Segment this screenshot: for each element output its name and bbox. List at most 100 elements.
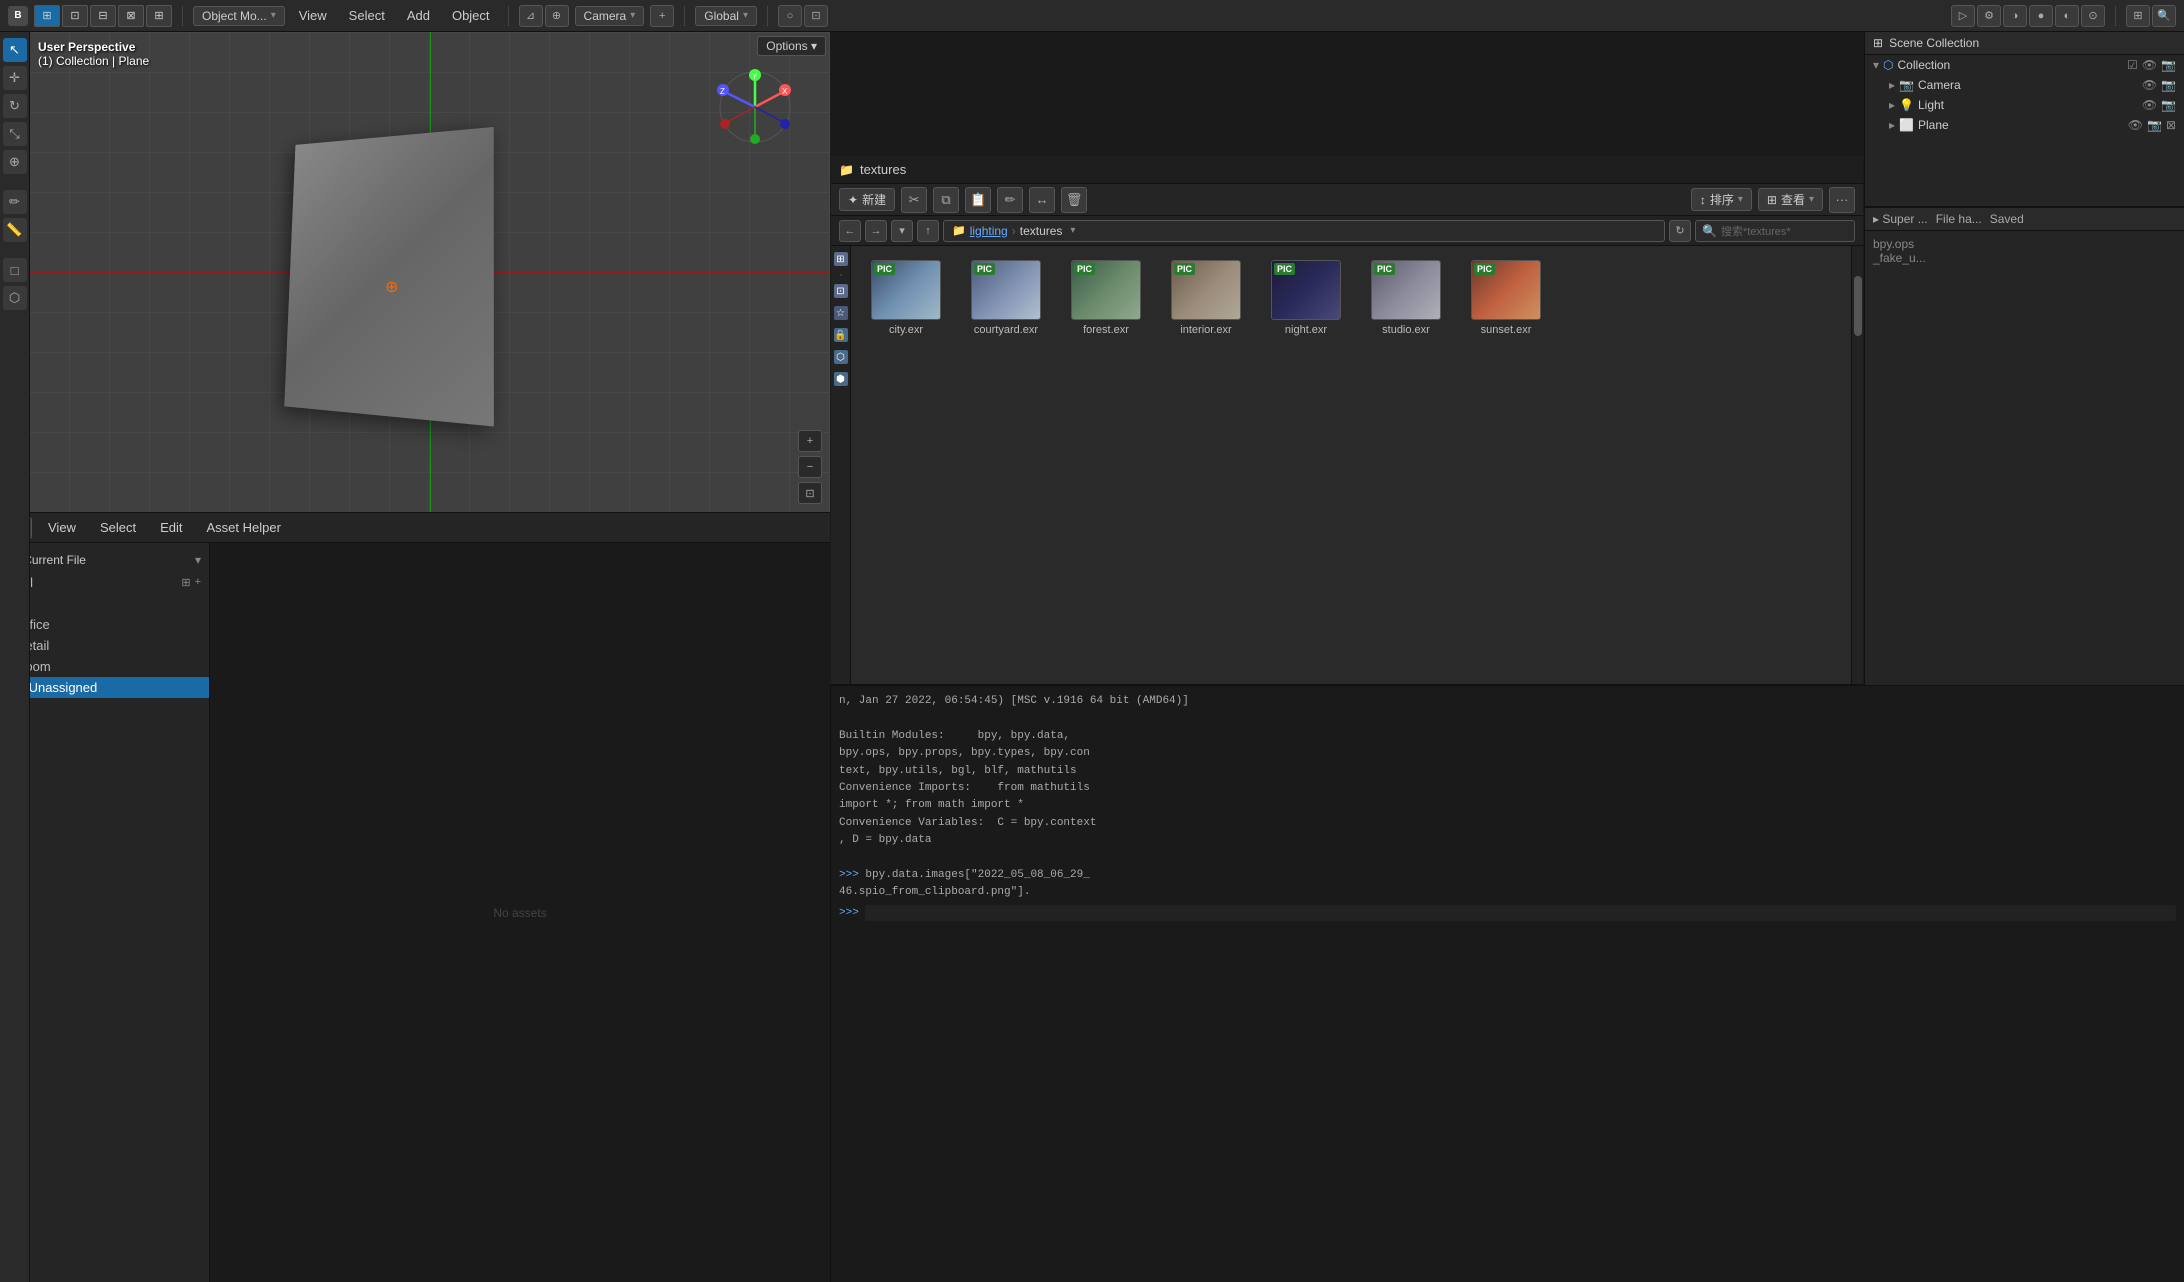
asset-edit-btn[interactable]: Edit [152,518,190,537]
search-icon[interactable]: 🔍 [2152,5,2176,27]
asset-tree-all[interactable]: ▾ All ⊞ + [0,571,209,593]
view-menu[interactable]: View [291,6,335,25]
add-cube-btn[interactable]: □ [3,258,27,282]
nav-back-btn[interactable]: ← [839,220,861,242]
rename-btn[interactable]: ✏ [997,187,1023,213]
annotate-tool-btn[interactable]: ✏ [3,190,27,214]
bookmark-1[interactable]: ⊞ [834,252,848,266]
camera-selector[interactable]: Camera ▾ [575,6,645,26]
file-item-courtyard[interactable]: PIC courtyard.exr [961,256,1051,340]
asset-item-01[interactable]: 01 [0,593,209,614]
collection-row-light[interactable]: ▸ 💡 Light 👁 📷 [1865,95,2184,115]
3d-cursor[interactable]: ⊕ [385,277,405,297]
move-btn[interactable]: ↔ [1029,187,1055,213]
add-object-btn[interactable]: ⬡ [3,286,27,310]
breadcrumb-dropdown[interactable]: ▾ [1070,225,1075,236]
plane-constraint[interactable]: ⊠ [2166,118,2176,132]
snap-icon[interactable]: ⊿ [519,5,543,27]
shading-icon2[interactable]: ● [2029,5,2053,27]
nav-refresh-btn[interactable]: ↻ [1669,220,1691,242]
shading-icon1[interactable]: ◑ [2003,5,2027,27]
rotate-tool-btn[interactable]: ↻ [3,94,27,118]
mode-selector[interactable]: Object Mo... ▾ [193,6,285,26]
select-tool-btn[interactable]: ↖ [3,38,27,62]
scale-tool-btn[interactable]: ⤡ [3,122,27,146]
viewport-options-btn[interactable]: Options ▾ [757,36,826,56]
render-icon[interactable]: ▷ [1951,5,1975,27]
header-icon-4[interactable]: ⊠ [118,5,144,27]
plane-render[interactable]: 📷 [2147,118,2162,132]
all-add-btn[interactable]: + [195,576,201,589]
add-menu[interactable]: Add [399,6,438,25]
header-icon-5[interactable]: ⊞ [146,5,172,27]
collection-row-camera[interactable]: ▸ 📷 Camera 👁 📷 [1865,75,2184,95]
copy-btn[interactable]: ⧉ [933,187,959,213]
nav-up-btn[interactable]: ↑ [917,220,939,242]
bookmark-3[interactable]: ☆ [834,306,848,320]
collection-checkbox[interactable]: ☑ [2127,58,2138,72]
measure-tool-btn[interactable]: 📏 [3,218,27,242]
file-item-interior[interactable]: PIC interior.exr [1161,256,1251,340]
zoom-in-btn[interactable]: + [798,430,822,452]
cut-btn[interactable]: ✂ [901,187,927,213]
current-file-dropdown[interactable]: ▾ [195,553,201,567]
file-item-forest[interactable]: PIC forest.exr [1061,256,1151,340]
paste-btn[interactable]: 📋 [965,187,991,213]
asset-item-unassigned[interactable]: ⚑ Unassigned [0,677,209,698]
camera-eye[interactable]: 👁 [2142,78,2157,92]
collection-row-plane[interactable]: ▸ ⬜ Plane 👁 📷 ⊠ [1865,115,2184,135]
zoom-fit-btn[interactable]: ⊡ [798,482,822,504]
nav-parent-btn[interactable]: ▾ [891,220,913,242]
light-render[interactable]: 📷 [2161,98,2176,112]
delete-btn[interactable]: 🗑 [1061,187,1087,213]
nav-forward-btn[interactable]: → [865,220,887,242]
more-options-btn[interactable]: ··· [1829,187,1855,213]
view-btn[interactable]: ⊞ 查看 ▾ [1758,188,1823,211]
3d-viewport[interactable]: ⊕ User Perspective (1) Collection | Plan… [30,32,830,512]
tool-icon1[interactable]: ⊞ [2126,5,2150,27]
collection-eye-icon[interactable]: 👁 [2142,58,2157,72]
bookmark-5[interactable]: ⬡ [834,350,848,364]
asset-item-office[interactable]: Office [0,614,209,635]
collection-expand[interactable]: ▾ [1873,58,1879,72]
object-menu[interactable]: Object [444,6,498,25]
sort-btn[interactable]: ↕ 排序 ▾ [1691,188,1752,211]
bookmark-2[interactable]: ⊡ [834,284,848,298]
prop-edit-icon[interactable]: ○ [778,5,802,27]
asset-item-room[interactable]: Room [0,656,209,677]
asset-helper-btn[interactable]: Asset Helper [199,518,289,537]
zoom-out-btn[interactable]: − [798,456,822,478]
console-input[interactable] [865,905,2176,921]
asset-select-btn[interactable]: Select [92,518,144,537]
add-camera-icon[interactable]: + [650,5,674,27]
light-eye[interactable]: 👁 [2142,98,2157,112]
file-item-studio[interactable]: PIC studio.exr [1361,256,1451,340]
transform-tool-btn[interactable]: ⊕ [3,150,27,174]
collection-row-main[interactable]: ▾ ⬡ Collection ☑ 👁 📷 [1865,55,2184,75]
bookmark-4[interactable]: 🔒 [834,328,848,342]
bookmark-6[interactable]: ⬢ [834,372,848,386]
select-menu[interactable]: Select [341,6,393,25]
global-selector[interactable]: Global ▾ [695,6,757,26]
file-item-city[interactable]: PIC city.exr [861,256,951,340]
header-icon-3[interactable]: ⊟ [90,5,116,27]
file-manager-scrollbar[interactable] [1851,246,1863,684]
navigation-gizmo[interactable]: Y X Z [715,67,795,147]
asset-item-retail[interactable]: Retail [0,635,209,656]
orientation-icon[interactable]: ⊕ [545,5,569,27]
file-item-night[interactable]: PIC night.exr [1261,256,1351,340]
scrollbar-thumb[interactable] [1854,276,1862,336]
camera-render[interactable]: 📷 [2161,78,2176,92]
snap-to-icon[interactable]: ⊡ [804,5,828,27]
shading-icon3[interactable]: ◐ [2055,5,2079,27]
render-settings-icon[interactable]: ⚙ [1977,5,2001,27]
header-icon-2[interactable]: ⊡ [62,5,88,27]
new-btn[interactable]: ✦ 新建 [839,188,895,211]
asset-view-btn[interactable]: View [40,518,84,537]
overlay-icon[interactable]: ⊙ [2081,5,2105,27]
file-item-sunset[interactable]: PIC sunset.exr [1461,256,1551,340]
header-icon-select[interactable]: ⊞ [34,5,60,27]
breadcrumb-root[interactable]: lighting [970,224,1008,238]
all-expand-btn[interactable]: ⊞ [181,576,190,589]
collection-render-icon[interactable]: 📷 [2161,58,2176,72]
